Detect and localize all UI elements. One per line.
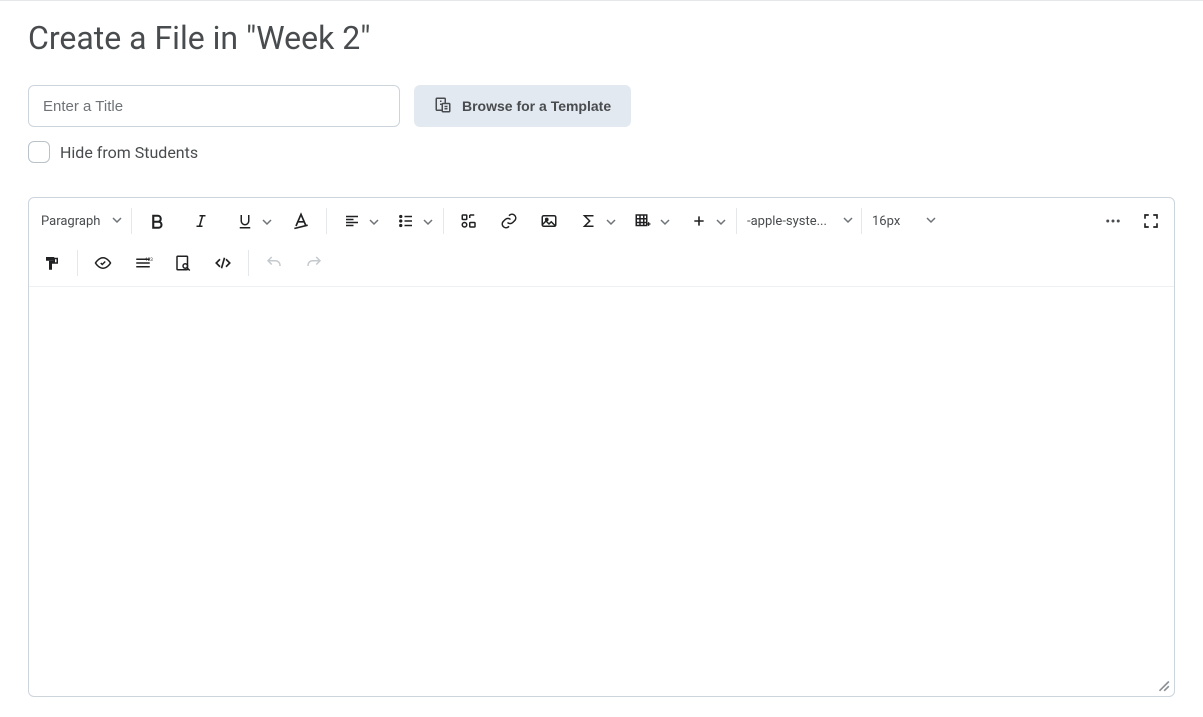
paragraph-style-select[interactable]: Paragraph	[37, 214, 129, 229]
accessibility-check-button[interactable]	[88, 248, 118, 278]
chevron-down-icon[interactable]	[660, 212, 670, 231]
list-button[interactable]	[391, 206, 421, 236]
italic-button[interactable]	[186, 206, 216, 236]
bold-button[interactable]	[142, 206, 172, 236]
fullscreen-button[interactable]	[1136, 206, 1166, 236]
browse-template-label: Browse for a Template	[462, 98, 611, 114]
source-code-button[interactable]	[208, 248, 238, 278]
chevron-down-icon[interactable]	[369, 212, 379, 231]
hide-from-students-checkbox[interactable]	[28, 141, 50, 163]
link-button[interactable]	[494, 206, 524, 236]
chevron-down-icon[interactable]	[716, 212, 726, 231]
word-count-button[interactable]: 123	[128, 248, 158, 278]
chevron-down-icon	[926, 214, 936, 229]
image-button[interactable]	[534, 206, 564, 236]
undo-button[interactable]	[259, 248, 289, 278]
chevron-down-icon	[112, 214, 122, 229]
font-color-button[interactable]	[286, 206, 316, 236]
editor-content-area[interactable]	[29, 286, 1174, 696]
font-size-select[interactable]: 16px	[864, 214, 942, 229]
align-button[interactable]	[337, 206, 367, 236]
rich-text-editor: Paragraph	[28, 197, 1175, 697]
chevron-down-icon	[843, 214, 853, 229]
table-button[interactable]	[628, 206, 658, 236]
insert-more-button[interactable]	[684, 206, 714, 236]
chevron-down-icon[interactable]	[423, 212, 433, 231]
svg-text:123: 123	[145, 257, 153, 263]
create-file-page: Create a File in "Week 2" Browse for a T…	[0, 3, 1203, 717]
chevron-down-icon[interactable]	[606, 212, 616, 231]
format-painter-button[interactable]	[37, 248, 67, 278]
insert-stuff-button[interactable]	[454, 206, 484, 236]
equation-button[interactable]	[574, 206, 604, 236]
hide-from-students-label: Hide from Students	[60, 143, 198, 162]
chevron-down-icon[interactable]	[262, 212, 272, 231]
browse-template-button[interactable]: Browse for a Template	[414, 85, 631, 127]
template-icon	[434, 96, 452, 117]
more-actions-button[interactable]	[1098, 206, 1128, 236]
resize-handle[interactable]	[1156, 678, 1170, 692]
title-input[interactable]	[28, 85, 400, 127]
font-family-select[interactable]: -apple-syste...	[739, 214, 859, 229]
preview-button[interactable]	[168, 248, 198, 278]
page-title: Create a File in "Week 2"	[28, 19, 1175, 57]
redo-button[interactable]	[299, 248, 329, 278]
underline-button[interactable]	[230, 206, 260, 236]
